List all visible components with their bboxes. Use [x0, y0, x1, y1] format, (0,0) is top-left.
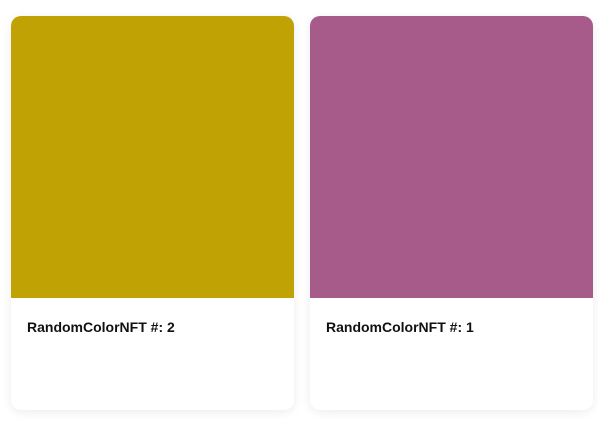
nft-color-swatch	[310, 16, 593, 298]
nft-title: RandomColorNFT #: 2	[27, 319, 175, 335]
nft-title: RandomColorNFT #: 1	[326, 319, 474, 335]
nft-card[interactable]: RandomColorNFT #: 1	[310, 16, 593, 410]
nft-color-swatch	[11, 16, 294, 298]
nft-card[interactable]: RandomColorNFT #: 2	[11, 16, 294, 410]
